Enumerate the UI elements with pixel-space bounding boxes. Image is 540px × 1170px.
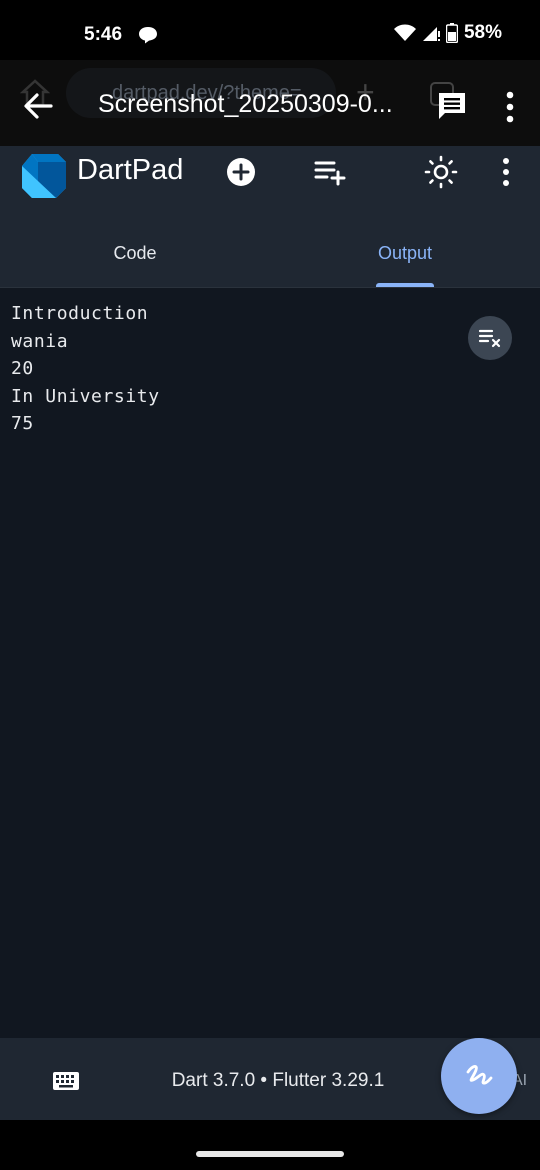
console-output: Introduction wania 20 In University 75 [11,300,160,438]
output-panel: Introduction wania 20 In University 75 [0,288,540,1038]
message-notification-icon [139,27,157,44]
new-snippet-button[interactable] [226,157,256,187]
signal-icon [422,27,440,41]
console-line: Introduction [11,303,149,324]
clear-list-icon [478,329,501,348]
spark-icon [466,1065,493,1085]
gemini-assist-button[interactable] [441,1038,517,1114]
status-time: 5:46 [84,24,123,45]
app-title: DartPad [77,154,184,186]
console-line: In University [11,385,160,407]
tab-output[interactable]: Output [270,218,540,288]
status-indicators: 58% [393,22,502,44]
dart-logo-icon [22,154,66,198]
wifi-icon [393,24,416,41]
console-line: 20 [11,358,34,380]
comment-button[interactable] [436,90,468,122]
status-bar: 5:46 58% [0,0,540,60]
clear-console-button[interactable] [468,316,512,360]
battery-percent: 58% [463,22,502,43]
console-line: wania [11,330,69,352]
active-tab-indicator [376,283,434,287]
viewer-top-bar: dartpad.dev/?theme= + Screenshot_2025030… [0,60,540,146]
brightness-icon[interactable] [424,155,458,189]
editor-tabs: Code Output [0,218,540,288]
tab-code[interactable]: Code [0,218,270,288]
playlist-add-icon[interactable] [314,158,346,186]
app-header: DartPad [0,146,540,218]
console-line: 75 [11,413,34,435]
battery-icon [445,23,458,43]
overflow-menu-icon[interactable] [496,156,516,188]
more-options-button[interactable] [498,90,522,124]
back-button[interactable] [20,88,56,124]
home-gesture-handle[interactable] [196,1151,344,1157]
system-navigation-bar [0,1120,540,1170]
document-title: Screenshot_20250309-0... [98,90,393,118]
